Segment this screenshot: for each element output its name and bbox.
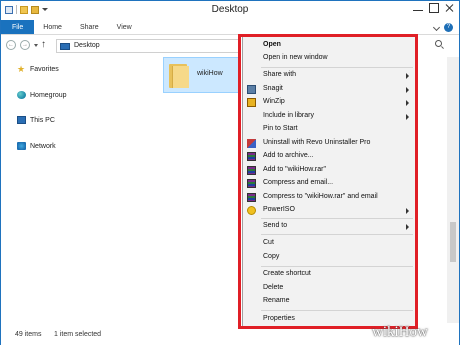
recent-locations-icon[interactable] (34, 44, 38, 47)
up-arrow-icon[interactable]: ↑ (41, 39, 46, 50)
expand-ribbon-icon[interactable] (432, 23, 441, 32)
tab-home[interactable]: Home (34, 20, 71, 34)
watermark: wikiHow (372, 324, 428, 340)
tab-share[interactable]: Share (71, 20, 108, 34)
search-icon[interactable] (435, 40, 442, 47)
computer-icon (17, 116, 26, 124)
title-bar: Desktop (1, 1, 459, 20)
nav-item-label: This PC (30, 116, 55, 124)
selection-count: 1 item selected (54, 331, 102, 338)
nav-item-homegroup[interactable]: Homegroup (17, 91, 67, 99)
scrollbar-thumb[interactable] (450, 222, 456, 262)
folder-item-selected[interactable]: wikiHow (163, 57, 241, 93)
minimize-icon[interactable] (413, 5, 423, 11)
nav-item-label: Homegroup (30, 91, 67, 99)
window-controls (413, 3, 455, 13)
navigation-pane: ★ Favorites Homegroup This PC Network (1, 57, 151, 323)
address-path: Desktop (74, 42, 100, 49)
item-count: 49 items (15, 331, 42, 338)
folder-icon (169, 62, 189, 88)
tab-file[interactable]: File (1, 20, 35, 34)
homegroup-icon (17, 91, 26, 99)
help-icon[interactable]: ? (444, 23, 453, 32)
window-title: Desktop (211, 4, 249, 15)
back-arrow-icon[interactable]: ← (6, 40, 16, 50)
address-bar[interactable]: Desktop (56, 39, 241, 53)
folder-name: wikiHow (197, 70, 223, 77)
network-icon (17, 142, 26, 150)
ribbon-tabs: File Home Share View ? (1, 20, 459, 35)
nav-item-this-pc[interactable]: This PC (17, 116, 55, 124)
desktop-icon (60, 43, 70, 50)
nav-item-label: Favorites (30, 65, 59, 73)
nav-item-favorites[interactable]: ★ Favorites (17, 64, 59, 74)
maximize-icon[interactable] (429, 3, 439, 13)
nav-item-label: Network (30, 142, 56, 150)
tab-view[interactable]: View (108, 20, 141, 34)
star-icon: ★ (17, 64, 26, 74)
forward-arrow-icon[interactable]: → (20, 40, 30, 50)
highlight-box (238, 34, 418, 329)
nav-item-network[interactable]: Network (17, 142, 56, 150)
close-icon[interactable] (445, 3, 455, 13)
vertical-scrollbar[interactable] (447, 57, 459, 323)
